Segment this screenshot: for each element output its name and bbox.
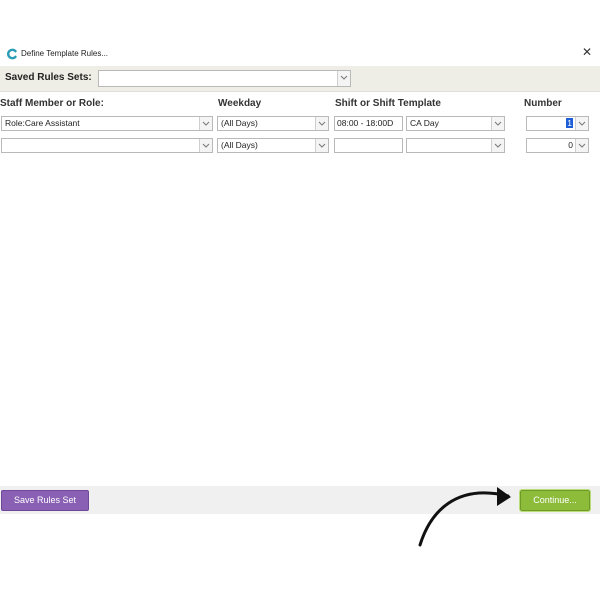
- curved-arrow-icon: [400, 478, 525, 555]
- shift-time-field-row-1[interactable]: 08:00 - 18:00D: [334, 116, 403, 131]
- column-header-staff: Staff Member or Role:: [0, 98, 104, 109]
- chevron-down-icon[interactable]: [199, 117, 212, 130]
- c-logo-icon: [6, 47, 18, 60]
- number-value: 0: [568, 140, 573, 150]
- weekday-select-row-1[interactable]: (All Days): [217, 116, 329, 131]
- number-stepper-row-2[interactable]: 0: [526, 138, 589, 153]
- staff-select-row-2[interactable]: [1, 138, 213, 153]
- continue-button[interactable]: Continue...: [519, 489, 591, 512]
- chevron-down-icon[interactable]: [199, 139, 212, 152]
- number-stepper-row-1[interactable]: 1: [526, 116, 589, 131]
- weekday-value: (All Days): [221, 118, 258, 128]
- chevron-down-icon[interactable]: [337, 71, 350, 86]
- weekday-select-row-2[interactable]: (All Days): [217, 138, 329, 153]
- chevron-down-icon[interactable]: [491, 117, 504, 130]
- chevron-down-icon[interactable]: [575, 117, 588, 130]
- shift-time-field-row-2[interactable]: [334, 138, 403, 153]
- save-rules-set-button[interactable]: Save Rules Set: [1, 490, 89, 511]
- close-icon[interactable]: ✕: [582, 45, 592, 59]
- chevron-down-icon[interactable]: [575, 139, 588, 152]
- chevron-down-icon[interactable]: [491, 139, 504, 152]
- saved-rules-select[interactable]: [98, 70, 351, 87]
- shift-template-select-row-1[interactable]: CA Day: [406, 116, 505, 131]
- staff-select-row-1[interactable]: Role:Care Assistant: [1, 116, 213, 131]
- shift-template-select-row-2[interactable]: [406, 138, 505, 153]
- shift-template-value: CA Day: [410, 118, 439, 128]
- number-value: 1: [566, 118, 573, 128]
- chevron-down-icon[interactable]: [315, 139, 328, 152]
- saved-rules-label: Saved Rules Sets:: [5, 72, 92, 83]
- weekday-value: (All Days): [221, 140, 258, 150]
- chevron-down-icon[interactable]: [315, 117, 328, 130]
- column-header-shift: Shift or Shift Template: [335, 98, 441, 109]
- window-title: Define Template Rules...: [21, 49, 109, 58]
- column-header-number: Number: [524, 98, 562, 109]
- shift-time-value: 08:00 - 18:00D: [337, 118, 394, 128]
- staff-value: Role:Care Assistant: [5, 118, 80, 128]
- column-header-weekday: Weekday: [218, 98, 262, 109]
